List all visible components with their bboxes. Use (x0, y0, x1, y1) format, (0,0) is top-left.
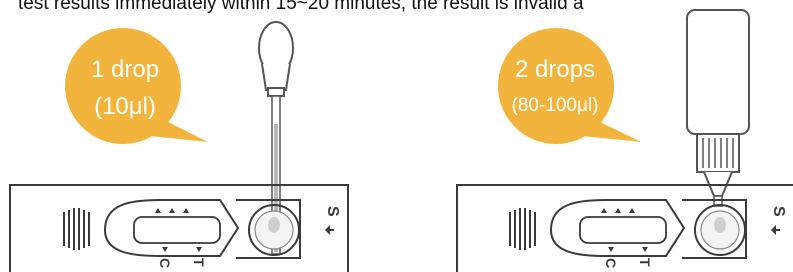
test-cassette-right (456, 184, 793, 272)
speech-bubble-left (65, 28, 208, 144)
label-t-right: T (637, 258, 653, 267)
bubble-right-drop-count: 2 drops (514, 56, 596, 83)
illustration: S C T S C T (9, 9, 793, 272)
label-c-left: C (157, 258, 173, 268)
arrow-icon (325, 225, 330, 235)
instruction-page: test results immediately within 15~20 mi… (0, 0, 793, 272)
arrow-icon (771, 225, 776, 235)
label-s-left: S (324, 206, 341, 217)
label-t-left: T (191, 258, 207, 267)
bubble-left-drop-count: 1 drop (90, 56, 160, 83)
speech-bubble-right (498, 28, 641, 144)
grip-lines-icon (63, 208, 90, 250)
bubble-right-volume: (80-100μl) (511, 95, 599, 116)
test-cassette-left (9, 184, 349, 272)
label-c-right: C (603, 258, 619, 268)
label-s-right: S (770, 206, 787, 217)
bubble-left-volume: (10μl) (94, 93, 156, 120)
buffer-bottle-icon (686, 9, 750, 207)
grip-lines-icon (509, 208, 536, 250)
